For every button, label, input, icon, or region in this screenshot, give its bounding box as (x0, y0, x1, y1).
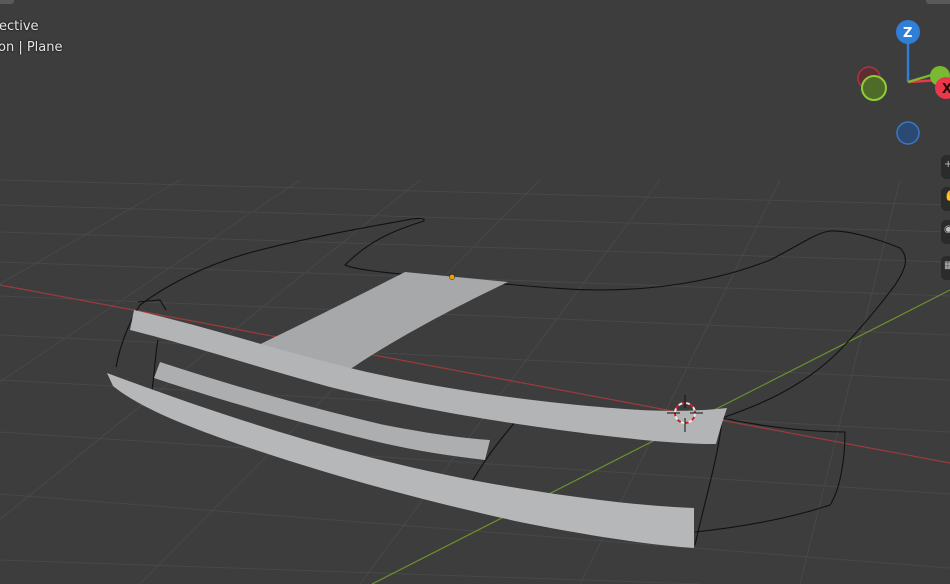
camera-view-button[interactable]: ◉ (941, 220, 950, 244)
navigation-gizmo[interactable]: X Z (850, 16, 950, 151)
header-menu-button[interactable] (0, 0, 14, 4)
grid-ortho-icon: ▦ (944, 260, 950, 271)
floor-grid (0, 179, 950, 584)
scene-canvas[interactable] (0, 0, 950, 584)
zoom-button[interactable]: + (941, 155, 950, 179)
gizmo-neg-z-icon[interactable] (896, 121, 920, 145)
3d-viewport[interactable]: ective on | Plane X Z + ✋ ◉ ▦ (0, 0, 950, 584)
object-origin[interactable] (449, 274, 455, 280)
active-object-label: on | Plane (0, 40, 63, 55)
gizmo-x-label: X (942, 82, 950, 97)
ortho-toggle-button[interactable]: ▦ (941, 256, 950, 280)
pan-button[interactable]: ✋ (941, 187, 950, 211)
x-axis-line (0, 284, 950, 464)
view-mode-label: ective (0, 19, 39, 34)
gizmo-neg-y-icon[interactable] (861, 75, 887, 101)
zoom-icon: + (944, 159, 950, 170)
hand-pan-icon: ✋ (944, 191, 950, 202)
header-options-button[interactable] (926, 0, 950, 4)
gizmo-z-label: Z (903, 26, 912, 41)
camera-icon: ◉ (944, 224, 950, 235)
